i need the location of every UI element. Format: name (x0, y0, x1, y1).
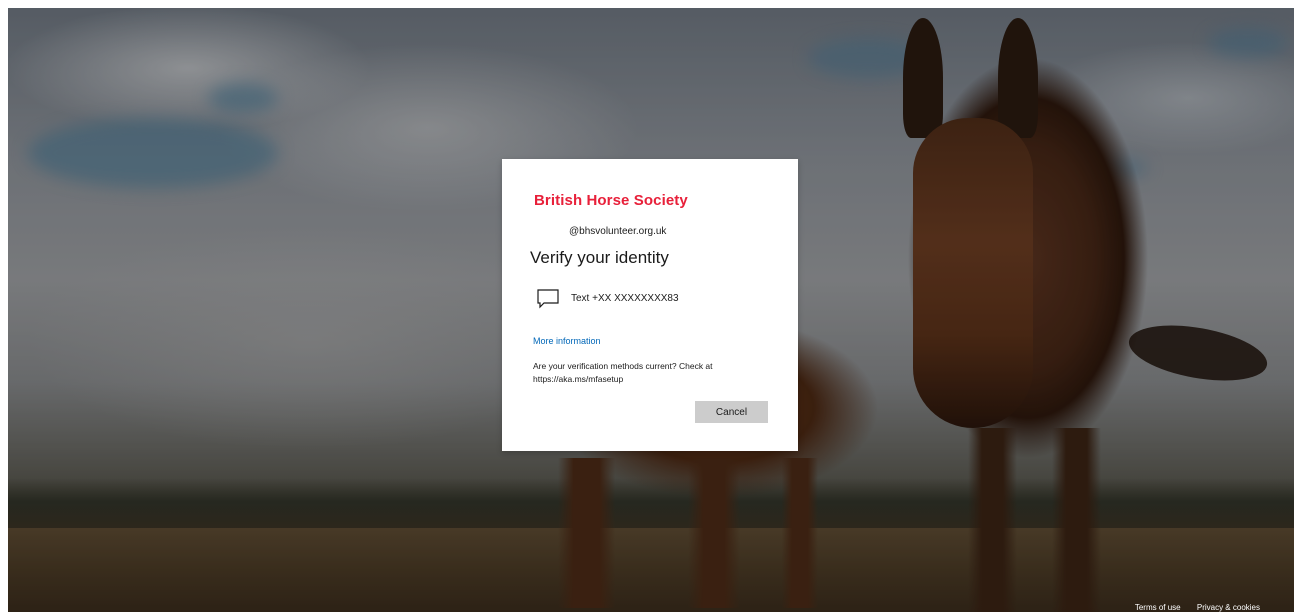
verification-note: Are your verification methods current? C… (533, 360, 763, 386)
verification-method-label: Text +XX XXXXXXXX83 (571, 293, 679, 304)
account-identity: @bhsvolunteer.org.uk (569, 226, 667, 237)
privacy-cookies-link[interactable]: Privacy & cookies (1197, 603, 1260, 612)
terms-of-use-link[interactable]: Terms of use (1135, 603, 1181, 612)
mfa-setup-url: https://aka.ms/mfasetup (533, 374, 624, 384)
verify-identity-dialog: British Horse Society @bhsvolunteer.org.… (502, 159, 798, 451)
verification-method-text[interactable]: Text +XX XXXXXXXX83 (532, 285, 772, 313)
verification-note-line: Are your verification methods current? C… (533, 361, 713, 371)
more-information-link[interactable]: More information (533, 336, 601, 346)
message-icon (537, 289, 559, 309)
page-title: Verify your identity (530, 248, 669, 267)
footer-links: Terms of use Privacy & cookies (1121, 603, 1260, 612)
brand-logo: British Horse Society (534, 192, 688, 209)
cancel-button[interactable]: Cancel (695, 401, 768, 423)
